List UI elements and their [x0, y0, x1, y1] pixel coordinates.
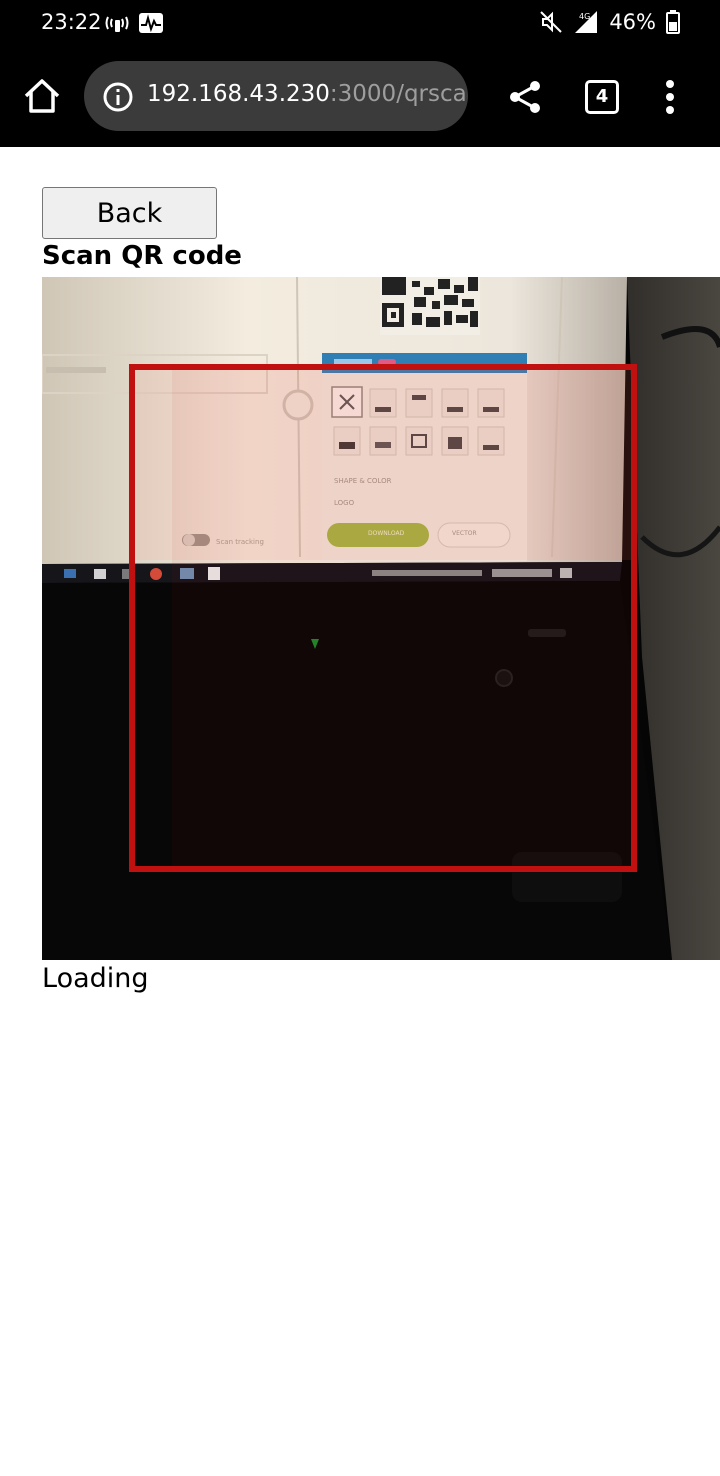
back-button[interactable]: Back: [42, 187, 217, 239]
url-text[interactable]: 192.168.43.230:3000/qrsca: [147, 81, 467, 107]
camera-frame: SHAPE & COLOR LOGO DOWNLOAD VECTOR Scan …: [42, 277, 720, 960]
mute-icon: [540, 11, 563, 33]
status-time: 23:22: [41, 10, 102, 34]
camera-preview: SHAPE & COLOR LOGO DOWNLOAD VECTOR Scan …: [42, 277, 720, 960]
url-path: :3000/qrsca: [329, 81, 467, 107]
battery-icon: [666, 10, 680, 34]
qr-code-in-feed: [380, 277, 480, 335]
share-icon[interactable]: [506, 78, 544, 116]
info-icon[interactable]: [102, 81, 134, 113]
url-bar[interactable]: 192.168.43.230:3000/qrsca: [84, 61, 468, 131]
battery-percent: 46%: [609, 10, 656, 34]
tab-count-button[interactable]: 4: [585, 80, 619, 114]
status-bar: 23:22 4G 46%: [0, 0, 720, 48]
wifi-calling-icon: [105, 16, 129, 32]
activity-icon: [139, 13, 163, 33]
svg-text:4G: 4G: [579, 12, 590, 21]
home-icon[interactable]: [22, 76, 62, 116]
more-vert-icon[interactable]: [656, 78, 684, 116]
scan-status-text: Loading: [42, 963, 149, 994]
url-host: 192.168.43.230: [147, 81, 330, 107]
page-title: Scan QR code: [42, 241, 242, 271]
browser-toolbar: 192.168.43.230:3000/qrsca 4: [0, 48, 720, 147]
signal-icon: 4G: [575, 11, 598, 33]
